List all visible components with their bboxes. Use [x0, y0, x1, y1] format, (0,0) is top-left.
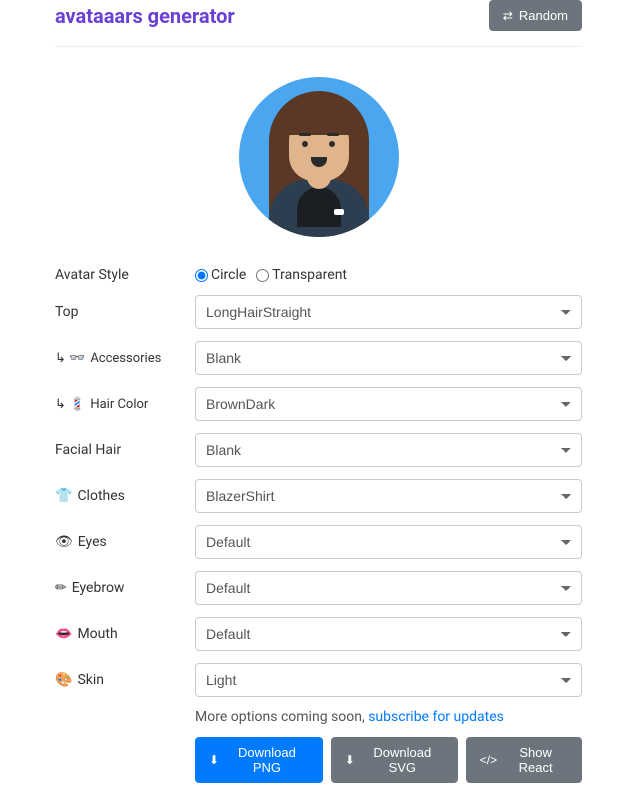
eyebrow-label: ✏ Eyebrow: [55, 580, 195, 596]
skin-label: 🎨 Skin: [55, 672, 195, 688]
shuffle-icon: ⇄: [503, 9, 513, 23]
facial-hair-label: Facial Hair: [55, 442, 195, 458]
mouth-icon: 👄: [55, 626, 72, 642]
eyebrow-select[interactable]: Default: [195, 571, 582, 605]
hair-color-select[interactable]: BrownDark: [195, 387, 582, 421]
download-svg-button[interactable]: ⬇ Download SVG: [331, 737, 458, 783]
skin-select[interactable]: Light: [195, 663, 582, 697]
avatar-circle: [239, 77, 399, 237]
eyes-select[interactable]: Default: [195, 525, 582, 559]
pencil-icon: ✏: [55, 580, 67, 596]
shirt-icon: 👕: [55, 488, 72, 504]
show-react-button[interactable]: </> Show React: [466, 737, 582, 783]
eye-icon: 👁: [55, 534, 73, 550]
mouth-label: 👄 Mouth: [55, 626, 195, 642]
download-png-button[interactable]: ⬇ Download PNG: [195, 737, 323, 783]
subscribe-link[interactable]: subscribe for updates: [368, 709, 504, 725]
palette-icon: 🎨: [55, 672, 72, 688]
brand-title: avataaars generator: [55, 4, 235, 28]
accessories-label: ↳ 👓 Accessories: [55, 351, 195, 366]
header: avataaars generator ⇄ Random: [55, 0, 582, 47]
mouth-select[interactable]: Default: [195, 617, 582, 651]
random-button[interactable]: ⇄ Random: [489, 0, 582, 31]
more-options-text: More options coming soon, subscribe for …: [195, 709, 582, 725]
random-button-label: Random: [519, 8, 568, 23]
radio-circle-input[interactable]: [195, 269, 208, 282]
code-icon: </>: [480, 753, 497, 767]
clothes-select[interactable]: BlazerShirt: [195, 479, 582, 513]
download-icon: ⬇: [345, 753, 355, 767]
accessories-select[interactable]: Blank: [195, 341, 582, 375]
download-icon: ⬇: [209, 753, 219, 767]
top-select[interactable]: LongHairStraight: [195, 295, 582, 329]
radio-circle[interactable]: Circle: [195, 267, 246, 283]
avatar-style-label: Avatar Style: [55, 267, 195, 283]
clothes-label: 👕 Clothes: [55, 488, 195, 504]
avatar-preview: [55, 47, 582, 262]
radio-transparent[interactable]: Transparent: [256, 267, 347, 283]
glasses-icon: ↳ 👓: [55, 351, 85, 366]
facial-hair-select[interactable]: Blank: [195, 433, 582, 467]
options-form: Avatar Style Circle Transparent Top Long…: [55, 262, 582, 783]
radio-transparent-input[interactable]: [256, 269, 269, 282]
eyes-label: 👁 Eyes: [55, 534, 195, 550]
hair-color-label: ↳ 💈 Hair Color: [55, 397, 195, 412]
barber-icon: ↳ 💈: [55, 397, 85, 412]
top-label: Top: [55, 304, 195, 320]
